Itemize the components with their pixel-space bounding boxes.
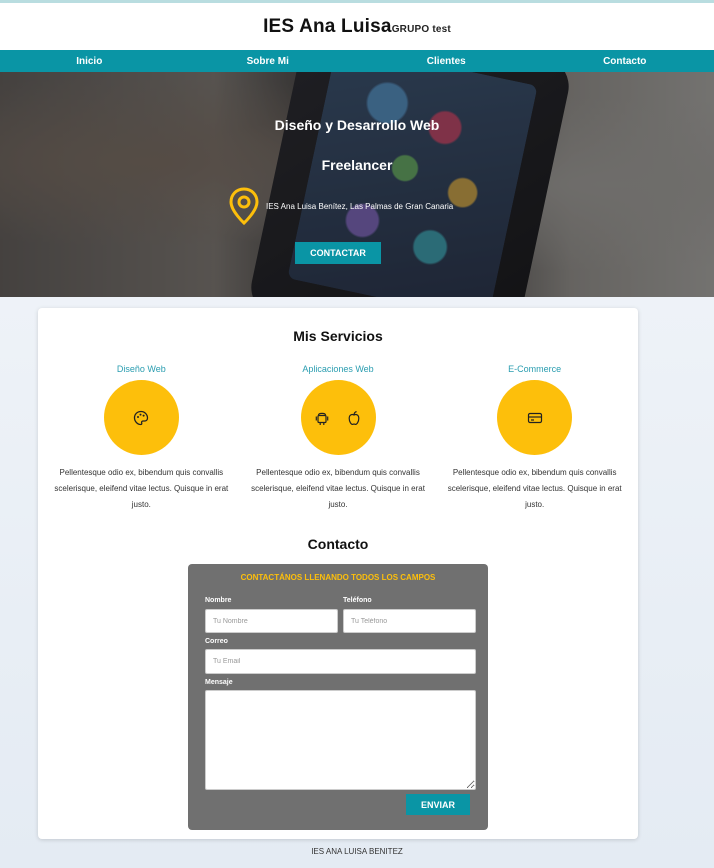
map-pin-icon bbox=[229, 187, 259, 225]
palette-icon bbox=[134, 410, 149, 425]
phone-label: Teléfono bbox=[343, 597, 372, 604]
site-footer: IES ANA LUISA BENITEZ bbox=[311, 847, 403, 856]
hero-subtitle: Freelancer bbox=[321, 157, 393, 173]
email-label: Correo bbox=[205, 638, 228, 645]
main-card: Mis Servicios Diseño Web Pellentesque od… bbox=[38, 308, 638, 839]
nav-item-clientes[interactable]: Clientes bbox=[357, 56, 536, 67]
service-description: Pellentesque odio ex, bibendum quis conv… bbox=[251, 468, 425, 509]
service-title: Diseño Web bbox=[116, 364, 166, 374]
email-input[interactable] bbox=[205, 649, 476, 674]
hero-banner: Diseño y Desarrollo Web Freelancer IES A… bbox=[0, 72, 714, 297]
contact-cta-button[interactable]: CONTACTAR bbox=[295, 242, 381, 264]
services-title: Mis Servicios bbox=[293, 328, 383, 344]
service-title: E-Commerce bbox=[508, 364, 562, 374]
nav-item-contacto[interactable]: Contacto bbox=[536, 56, 714, 67]
service-item-aplicaciones-web: Aplicaciones Web Pellentesque odio ex, b… bbox=[240, 364, 437, 513]
brand-logo[interactable]: IES Ana LuisaGRUPO test bbox=[263, 16, 451, 38]
name-label: Nombre bbox=[205, 597, 232, 604]
brand-suffix: GRUPO test bbox=[391, 23, 451, 35]
main-nav: Inicio Sobre Mi Clientes Contacto bbox=[0, 50, 714, 72]
message-textarea[interactable] bbox=[205, 690, 476, 790]
services-list: Diseño Web Pellentesque odio ex, bibendu… bbox=[43, 364, 633, 513]
service-title: Aplicaciones Web bbox=[302, 364, 374, 374]
service-description: Pellentesque odio ex, bibendum quis conv… bbox=[447, 468, 622, 509]
credit-card-icon bbox=[527, 412, 542, 423]
nav-item-inicio[interactable]: Inicio bbox=[0, 56, 179, 67]
hero-title: Diseño y Desarrollo Web bbox=[274, 117, 440, 133]
name-input[interactable] bbox=[205, 609, 338, 633]
hero-location: IES Ana Luisa Benítez, Las Palmas de Gra… bbox=[228, 187, 453, 225]
send-button[interactable]: ENVIAR bbox=[406, 794, 470, 815]
contact-form: CONTACTÁNOS LLENANDO TODOS LOS CAMPOS No… bbox=[188, 564, 488, 830]
site-header: IES Ana LuisaGRUPO test bbox=[0, 3, 714, 50]
form-heading: CONTACTÁNOS LLENANDO TODOS LOS CAMPOS bbox=[240, 573, 436, 582]
service-icon-circle bbox=[103, 380, 179, 455]
nav-item-sobre-mi[interactable]: Sobre Mi bbox=[179, 56, 358, 67]
location-text: IES Ana Luisa Benítez, Las Palmas de Gra… bbox=[266, 201, 454, 211]
service-icon-circle bbox=[497, 380, 573, 455]
service-description: Pellentesque odio ex, bibendum quis conv… bbox=[54, 468, 229, 509]
brand-name: IES Ana Luisa bbox=[263, 15, 392, 37]
android-icon bbox=[315, 412, 329, 425]
service-item-e-commerce: E-Commerce Pellentesque odio ex, bibendu… bbox=[436, 364, 633, 513]
service-icon-circle bbox=[300, 380, 376, 455]
apple-icon bbox=[348, 410, 360, 425]
message-label: Mensaje bbox=[205, 679, 233, 686]
contact-title: Contacto bbox=[307, 536, 369, 552]
phone-input[interactable] bbox=[343, 609, 476, 633]
service-item-diseno-web: Diseño Web Pellentesque odio ex, bibendu… bbox=[43, 364, 240, 513]
hero-content: Diseño y Desarrollo Web Freelancer IES A… bbox=[0, 72, 714, 297]
